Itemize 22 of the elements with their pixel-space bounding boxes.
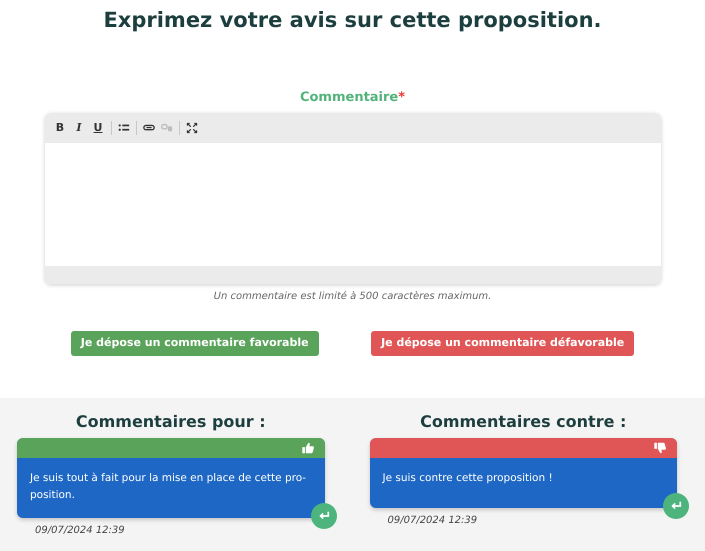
comment-date: 09/07/2024 12:39 bbox=[386, 514, 478, 528]
return-arrow-icon bbox=[670, 500, 682, 512]
field-label: Commentaire* bbox=[300, 90, 406, 106]
reply-button[interactable] bbox=[663, 493, 689, 519]
comment-editor[interactable]: B I U bbox=[44, 113, 660, 284]
column-heading: Commentaires pour : bbox=[74, 411, 267, 433]
reply-button[interactable] bbox=[310, 503, 336, 529]
format-button[interactable]: B bbox=[54, 121, 66, 135]
expand-icon[interactable] bbox=[186, 122, 198, 134]
submit-button[interactable]: Je dépose un commentaire défavorable bbox=[371, 331, 634, 356]
comment-text: Je suis tout à fait pour la mise en place de cette pro-position. bbox=[30, 471, 308, 503]
format-button[interactable]: I bbox=[72, 121, 86, 135]
bulleted-list-icon[interactable] bbox=[118, 122, 130, 134]
comment-date: 09/07/2024 12:39 bbox=[34, 524, 126, 538]
return-arrow-icon bbox=[318, 510, 330, 522]
comment-text: Je suis contre cette proposition ! bbox=[382, 471, 554, 486]
column-heading: Commentaires contre : bbox=[419, 411, 628, 433]
format-button[interactable]: U bbox=[92, 121, 104, 135]
thumbs-down-icon bbox=[653, 441, 667, 455]
thumbs-up-icon bbox=[300, 441, 314, 455]
hint-text: Un commentaire est limité à 500 caractères maximum. bbox=[214, 290, 492, 304]
page-title: Exprimez votre avis sur cette proposition. bbox=[103, 7, 602, 34]
